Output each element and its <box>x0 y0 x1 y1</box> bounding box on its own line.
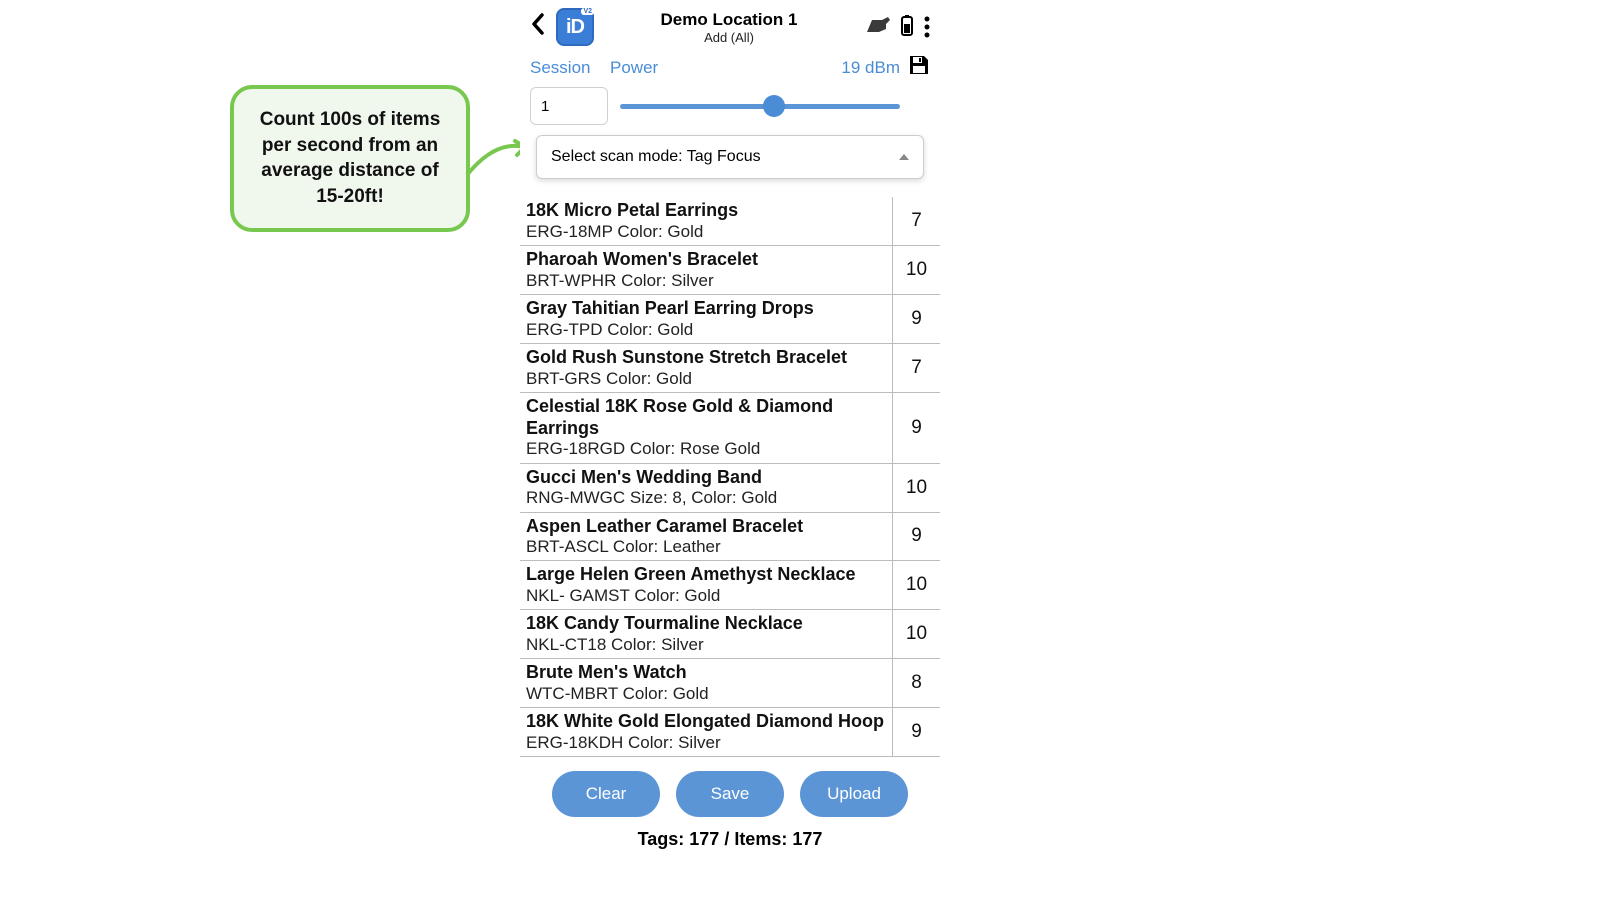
item-count: 9 <box>892 513 940 561</box>
slider-track <box>620 104 900 109</box>
list-item-info: Aspen Leather Caramel BraceletBRT-ASCL C… <box>520 513 892 561</box>
list-item[interactable]: 18K White Gold Elongated Diamond HoopERG… <box>520 708 940 757</box>
logo-badge: V2 <box>581 8 594 15</box>
list-item-info: 18K White Gold Elongated Diamond HoopERG… <box>520 708 892 756</box>
power-slider[interactable] <box>620 91 930 121</box>
list-item[interactable]: Brute Men's WatchWTC-MBRT Color: Gold8 <box>520 659 940 708</box>
list-item[interactable]: Large Helen Green Amethyst NecklaceNKL- … <box>520 561 940 610</box>
item-sku: NKL-CT18 Color: Silver <box>526 635 888 655</box>
item-count: 7 <box>892 344 940 392</box>
chevron-up-icon <box>899 154 909 160</box>
list-item[interactable]: Celestial 18K Rose Gold & Diamond Earrin… <box>520 393 940 464</box>
list-item[interactable]: Pharoah Women's BraceletBRT-WPHR Color: … <box>520 246 940 295</box>
logo-text: iD <box>566 16 584 39</box>
item-title: Aspen Leather Caramel Bracelet <box>526 516 888 538</box>
item-sku: BRT-ASCL Color: Leather <box>526 537 888 557</box>
app-logo: iD V2 <box>556 8 594 46</box>
item-title: Large Helen Green Amethyst Necklace <box>526 564 888 586</box>
list-item-info: Gucci Men's Wedding BandRNG-MWGC Size: 8… <box>520 464 892 512</box>
page-subtitle: Add (All) <box>602 30 856 45</box>
item-sku: RNG-MWGC Size: 8, Color: Gold <box>526 488 888 508</box>
slider-thumb[interactable] <box>763 95 785 117</box>
item-sku: WTC-MBRT Color: Gold <box>526 684 888 704</box>
item-count: 7 <box>892 197 940 245</box>
list-item[interactable]: Gold Rush Sunstone Stretch BraceletBRT-G… <box>520 344 940 393</box>
back-button[interactable] <box>528 11 548 43</box>
promo-callout: Count 100s of items per second from an a… <box>230 85 470 232</box>
item-sku: BRT-WPHR Color: Silver <box>526 271 888 291</box>
title-block: Demo Location 1 Add (All) <box>602 10 856 45</box>
item-count: 10 <box>892 561 940 609</box>
list-item[interactable]: Gray Tahitian Pearl Earring DropsERG-TPD… <box>520 295 940 344</box>
clear-button[interactable]: Clear <box>552 771 660 817</box>
item-sku: ERG-TPD Color: Gold <box>526 320 888 340</box>
item-title: Brute Men's Watch <box>526 662 888 684</box>
save-button[interactable]: Save <box>676 771 784 817</box>
item-sku: NKL- GAMST Color: Gold <box>526 586 888 606</box>
list-item-info: 18K Candy Tourmaline NecklaceNKL-CT18 Co… <box>520 610 892 658</box>
list-item-info: 18K Micro Petal EarringsERG-18MP Color: … <box>520 197 892 245</box>
callout-text: Count 100s of items per second from an a… <box>260 109 441 207</box>
list-item[interactable]: 18K Micro Petal EarringsERG-18MP Color: … <box>520 197 940 246</box>
scanner-icon[interactable] <box>864 14 890 41</box>
footer-summary: Tags: 177 / Items: 177 <box>520 825 940 860</box>
list-item-info: Celestial 18K Rose Gold & Diamond Earrin… <box>520 393 892 463</box>
upload-button[interactable]: Upload <box>800 771 908 817</box>
item-sku: ERG-18KDH Color: Silver <box>526 733 888 753</box>
session-input[interactable] <box>530 87 608 125</box>
item-count: 8 <box>892 659 940 707</box>
save-settings-icon[interactable] <box>900 54 930 81</box>
action-buttons: Clear Save Upload <box>520 757 940 825</box>
list-item[interactable]: 18K Candy Tourmaline NecklaceNKL-CT18 Co… <box>520 610 940 659</box>
item-title: Celestial 18K Rose Gold & Diamond Earrin… <box>526 396 888 439</box>
control-labels: Session Power 19 dBm <box>530 54 930 81</box>
header-icons <box>864 14 930 41</box>
battery-icon <box>900 14 914 41</box>
item-sku: ERG-18MP Color: Gold <box>526 222 888 242</box>
item-title: Pharoah Women's Bracelet <box>526 249 888 271</box>
item-title: 18K Candy Tourmaline Necklace <box>526 613 888 635</box>
item-count: 10 <box>892 246 940 294</box>
item-title: 18K Micro Petal Earrings <box>526 200 888 222</box>
item-count: 10 <box>892 610 940 658</box>
item-count: 10 <box>892 464 940 512</box>
list-item[interactable]: Gucci Men's Wedding BandRNG-MWGC Size: 8… <box>520 464 940 513</box>
scan-mode-label: Select scan mode: Tag Focus <box>551 148 761 166</box>
list-item-info: Pharoah Women's BraceletBRT-WPHR Color: … <box>520 246 892 294</box>
power-value: 19 dBm <box>820 58 900 78</box>
list-item-info: Gray Tahitian Pearl Earring DropsERG-TPD… <box>520 295 892 343</box>
controls-panel: Session Power 19 dBm Select scan mode: T… <box>520 52 940 187</box>
menu-kebab-icon[interactable] <box>924 16 930 38</box>
page-title: Demo Location 1 <box>602 10 856 30</box>
item-sku: BRT-GRS Color: Gold <box>526 369 888 389</box>
item-count: 9 <box>892 708 940 756</box>
item-list[interactable]: 18K Micro Petal EarringsERG-18MP Color: … <box>520 197 940 757</box>
scan-mode-dropdown[interactable]: Select scan mode: Tag Focus <box>536 135 924 179</box>
app-header: iD V2 Demo Location 1 Add (All) <box>520 0 940 52</box>
item-count: 9 <box>892 393 940 463</box>
list-item-info: Gold Rush Sunstone Stretch BraceletBRT-G… <box>520 344 892 392</box>
item-count: 9 <box>892 295 940 343</box>
item-title: 18K White Gold Elongated Diamond Hoop <box>526 711 888 733</box>
list-item-info: Large Helen Green Amethyst NecklaceNKL- … <box>520 561 892 609</box>
item-title: Gucci Men's Wedding Band <box>526 467 888 489</box>
item-title: Gray Tahitian Pearl Earring Drops <box>526 298 888 320</box>
list-item[interactable]: Aspen Leather Caramel BraceletBRT-ASCL C… <box>520 513 940 562</box>
app-screen: iD V2 Demo Location 1 Add (All) Session … <box>520 0 940 860</box>
session-label: Session <box>530 58 610 78</box>
item-sku: ERG-18RGD Color: Rose Gold <box>526 439 888 459</box>
control-inputs <box>530 87 930 125</box>
list-item-info: Brute Men's WatchWTC-MBRT Color: Gold <box>520 659 892 707</box>
power-label: Power <box>610 58 820 78</box>
item-title: Gold Rush Sunstone Stretch Bracelet <box>526 347 888 369</box>
